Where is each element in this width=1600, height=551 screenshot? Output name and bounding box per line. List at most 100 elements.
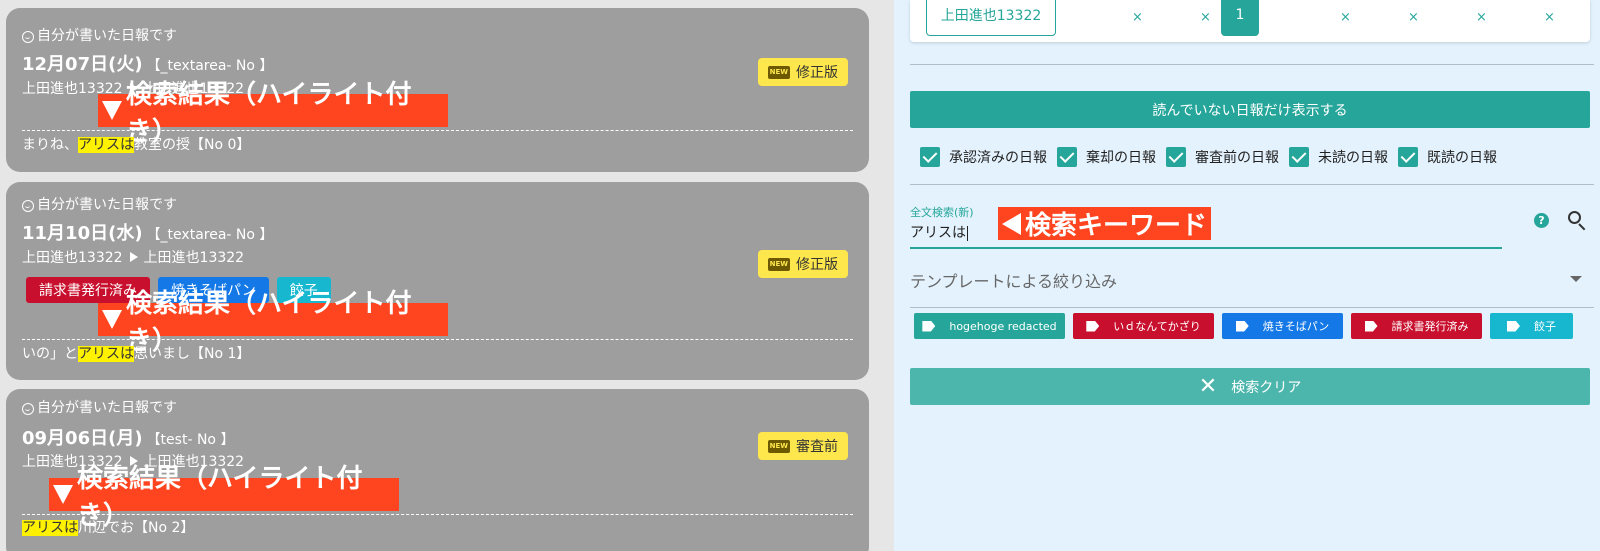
excerpt-after: 思いまし【No 1】 [134,346,251,362]
report-card[interactable]: 自分が書いた日報です 09月06日(月) 【test- No 】 上田進也1332… [6,389,869,551]
divider [22,130,853,131]
route-to: 上田進也13322 [143,250,245,266]
tag-chip[interactable]: 請求書発行済み [1351,313,1482,339]
close-icon[interactable]: × [1200,10,1211,25]
close-icon[interactable]: × [1544,10,1555,25]
checkbox-read[interactable]: 既読の日報 [1398,147,1497,167]
report-tag: 【_textarea- No 】 [146,58,274,74]
tag-chip[interactable]: 焼きそばパン [1222,313,1343,339]
report-list: 自分が書いた日報です 12月07日(火) 【_textarea- No 】 上田進… [0,0,894,551]
template-filter-select[interactable]: テンプレートによる絞り込み [910,268,1590,292]
report-excerpt: いの」とアリスは思いまし【No 1】 [22,343,250,363]
report-excerpt: まりね、アリスは教室の授【No 0】 [22,134,250,154]
report-card[interactable]: 自分が書いた日報です 12月07日(火) 【_textarea- No 】 上田進… [6,8,869,172]
checkbox-checked-icon[interactable] [920,147,940,167]
report-excerpt: アリスは川辺でお【No 2】 [22,517,194,537]
close-icon[interactable]: × [1408,10,1419,25]
divider [22,514,853,515]
unread-only-button[interactable]: 読んでいない日報だけ表示する [910,91,1590,128]
checkbox-pending[interactable]: 審査前の日報 [1166,147,1279,167]
annotation-label: 検索結果（ハイライト付き） [49,464,399,531]
report-date: 12月07日(火) 【_textarea- No 】 [22,50,273,76]
excerpt-highlight: アリスは [78,137,134,153]
chevron-down-icon[interactable] [1570,276,1582,282]
status-checkboxes: 承認済みの日報 棄却の日報 審査前の日報 未読の日報 既読の日報 [920,147,1507,167]
checkbox-label: 承認済みの日報 [949,150,1047,166]
divider [910,184,1594,185]
checkbox-checked-icon[interactable] [1289,147,1309,167]
status-badge: NEW 審査前 [757,432,848,460]
search-icon[interactable] [1568,211,1588,231]
checkbox-checked-icon[interactable] [1057,147,1077,167]
checkbox-label: 既読の日報 [1427,150,1497,166]
tag-icon [1086,320,1100,332]
excerpt-before: まりね、 [22,137,78,153]
smile-icon [22,199,34,212]
tag-icon [922,320,936,332]
checkbox-label: 審査前の日報 [1195,150,1279,166]
annotation-label: 検索キーワード [998,207,1212,241]
close-icon[interactable]: × [1132,10,1143,25]
close-icon[interactable]: × [1476,10,1487,25]
status-badge: NEW 修正版 [757,58,848,86]
mine-label: 自分が書いた日報です [37,400,177,416]
tag-chip-label: いｄなんてかざり [1113,320,1201,333]
tag-chip-label: 焼きそばパン [1262,320,1330,333]
tag-chips: hogehoge redacted いｄなんてかざり 焼きそばパン 請求書発行済… [914,313,1581,339]
pager: 上田進也13322 × × 1 × × × × [910,0,1590,42]
tag-chip-label: 請求書発行済み [1391,320,1469,333]
mine-indicator: 自分が書いた日報です [22,194,177,214]
divider [910,64,1594,65]
page-number[interactable]: 1 [1221,0,1259,36]
mine-label: 自分が書いた日報です [37,197,177,213]
filter-panel: 上田進也13322 × × 1 × × × × 読んでいない日報だけ表示する 承… [894,0,1600,551]
checkbox-checked-icon[interactable] [1166,147,1186,167]
tag-chip[interactable]: hogehoge redacted [914,313,1065,339]
excerpt-highlight: アリスは [22,520,78,536]
date-text: 11月10日(水) [22,223,143,244]
mine-label: 自分が書いた日報です [37,28,177,44]
excerpt-after: 川辺でお【No 2】 [78,520,195,536]
clear-search-button[interactable]: ✕ 検索クリア [910,368,1590,405]
smile-icon [22,402,34,415]
close-icon[interactable]: × [1340,10,1351,25]
new-icon: NEW [767,257,790,271]
tag-chip[interactable]: 餃子 [1490,313,1573,339]
report-tag: 【_textarea- No 】 [146,227,274,243]
tag-icon [1507,320,1520,332]
new-icon: NEW [767,65,790,79]
down-arrow-icon [102,101,122,120]
checkbox-approved[interactable]: 承認済みの日報 [920,147,1047,167]
checkbox-unread[interactable]: 未読の日報 [1289,147,1388,167]
report-route: 上田進也13322 上田進也13322 [22,247,244,267]
new-icon: NEW [767,439,790,453]
status-badge: NEW 修正版 [757,250,848,278]
arrow-right-icon [129,252,138,262]
checkbox-rejected[interactable]: 棄却の日報 [1057,147,1156,167]
left-arrow-icon [1002,212,1021,235]
report-date: 11月10日(水) 【_textarea- No 】 [22,219,273,245]
route-from: 上田進也13322 [22,250,123,266]
date-text: 12月07日(火) [22,54,143,75]
excerpt-after: 教室の授【No 0】 [134,137,251,153]
tag-chip-label: hogehoge redacted [949,319,1057,333]
search-label: 全文検索(新) [910,206,974,219]
report-tag: 【test- No 】 [146,432,235,448]
down-arrow-icon [53,485,73,504]
tag-icon [1364,320,1378,332]
report-card[interactable]: 自分が書いた日報です 11月10日(水) 【_textarea- No 】 上田進… [6,182,869,380]
excerpt-before: いの」と [22,346,78,362]
status-text: 審査前 [796,439,838,455]
smile-icon [22,30,34,43]
clear-button-label: 検索クリア [1231,379,1302,396]
date-text: 09月06日(月) [22,428,143,449]
template-filter-label: テンプレートによる絞り込み [910,272,1118,291]
status-text: 修正版 [796,257,838,273]
checkbox-checked-icon[interactable] [1398,147,1418,167]
divider [22,339,853,340]
search-input[interactable]: アリスは [910,222,968,242]
tag-chip[interactable]: いｄなんてかざり [1073,313,1214,339]
user-filter-chip[interactable]: 上田進也13322 [926,0,1056,36]
help-icon[interactable]: ? [1534,213,1549,228]
annotation-text: 検索キーワード [1025,211,1208,241]
